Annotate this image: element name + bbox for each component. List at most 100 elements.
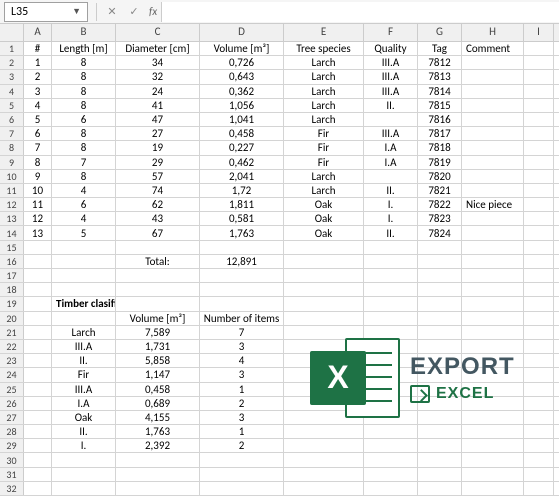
cell[interactable] (462, 326, 524, 339)
cell[interactable]: 27 (116, 127, 200, 140)
cell[interactable]: 7 (52, 156, 116, 169)
cell[interactable] (462, 397, 524, 410)
cell[interactable] (52, 255, 116, 268)
cell[interactable]: Length [m] (52, 42, 116, 55)
cell[interactable]: II. (364, 184, 418, 197)
row-header[interactable]: 5 (0, 99, 24, 112)
cell[interactable]: 8 (52, 127, 116, 140)
col-header-D[interactable]: D (200, 24, 284, 41)
cell[interactable] (418, 326, 462, 339)
cell[interactable] (462, 482, 524, 495)
cell[interactable] (24, 411, 52, 424)
cell[interactable] (524, 226, 554, 239)
cell[interactable]: 4,155 (116, 411, 200, 424)
cell[interactable]: 6 (52, 198, 116, 211)
cell[interactable]: I. (52, 439, 116, 452)
cell[interactable]: 0,458 (200, 127, 284, 140)
cell[interactable]: 5,858 (116, 354, 200, 367)
row-header[interactable]: 28 (0, 425, 24, 438)
cell[interactable] (24, 383, 52, 396)
cell[interactable]: 7815 (418, 99, 462, 112)
cell[interactable] (418, 269, 462, 282)
cell[interactable]: Oak (284, 212, 364, 225)
cell[interactable] (418, 354, 462, 367)
cell[interactable] (418, 468, 462, 481)
cell[interactable]: 7824 (418, 226, 462, 239)
cell[interactable]: II. (364, 226, 418, 239)
cell[interactable] (462, 283, 524, 296)
cell[interactable]: 9 (24, 170, 52, 183)
cell[interactable] (418, 383, 462, 396)
cell[interactable] (364, 283, 418, 296)
cell[interactable] (24, 482, 52, 495)
cell[interactable] (418, 453, 462, 466)
cell[interactable]: Tree species (284, 42, 364, 55)
cell[interactable] (24, 425, 52, 438)
col-header-F[interactable]: F (364, 24, 418, 41)
cell[interactable] (284, 411, 364, 424)
cell[interactable] (200, 269, 284, 282)
cell[interactable] (462, 340, 524, 353)
row-header[interactable]: 21 (0, 326, 24, 339)
name-box-dropdown-icon[interactable]: ▼ (72, 6, 81, 17)
cell[interactable] (524, 297, 554, 310)
cell[interactable]: Larch (284, 56, 364, 69)
cell[interactable] (364, 411, 418, 424)
cell[interactable] (284, 468, 364, 481)
cell[interactable] (52, 468, 116, 481)
name-box[interactable]: L35 ▼ (4, 2, 88, 22)
cell[interactable]: Number of items (200, 312, 284, 325)
cell[interactable] (418, 425, 462, 438)
cell[interactable] (462, 425, 524, 438)
row-header[interactable]: 11 (0, 184, 24, 197)
cell[interactable] (284, 312, 364, 325)
cell[interactable] (418, 482, 462, 495)
cell[interactable]: I.A (52, 397, 116, 410)
cell[interactable] (524, 241, 554, 254)
cell[interactable]: 8 (24, 156, 52, 169)
row-header[interactable]: 8 (0, 141, 24, 154)
fx-icon[interactable]: fx (149, 5, 157, 18)
cell[interactable] (462, 368, 524, 381)
cell[interactable]: I.A (364, 141, 418, 154)
cell[interactable] (52, 312, 116, 325)
row-header[interactable]: 16 (0, 255, 24, 268)
cell[interactable] (524, 141, 554, 154)
cell[interactable] (462, 85, 524, 98)
cell[interactable] (284, 340, 364, 353)
cell[interactable] (462, 241, 524, 254)
cell[interactable] (24, 453, 52, 466)
cell[interactable]: 41 (116, 99, 200, 112)
cell[interactable]: Larch (284, 70, 364, 83)
cell[interactable] (52, 269, 116, 282)
cell[interactable] (462, 113, 524, 126)
cell[interactable]: 43 (116, 212, 200, 225)
cell[interactable]: 2 (200, 439, 284, 452)
cell[interactable] (524, 383, 554, 396)
cell[interactable] (524, 198, 554, 211)
cell[interactable]: 1,763 (200, 226, 284, 239)
cell[interactable]: III.A (52, 383, 116, 396)
cell[interactable] (364, 255, 418, 268)
cell[interactable]: Nice piece (462, 198, 524, 211)
cell[interactable]: 0,581 (200, 212, 284, 225)
row-header[interactable]: 18 (0, 283, 24, 296)
cell[interactable] (418, 411, 462, 424)
cell[interactable]: Volume [m³] (200, 42, 284, 55)
cell[interactable] (24, 312, 52, 325)
cell[interactable]: # (24, 42, 52, 55)
cell[interactable] (24, 340, 52, 353)
row-header[interactable]: 9 (0, 156, 24, 169)
cell[interactable]: 4 (200, 354, 284, 367)
cell[interactable] (364, 297, 418, 310)
row-header[interactable]: 13 (0, 212, 24, 225)
cell[interactable] (116, 453, 200, 466)
cell[interactable] (524, 468, 554, 481)
row-header[interactable]: 24 (0, 368, 24, 381)
cell[interactable]: II. (52, 354, 116, 367)
cell[interactable] (418, 283, 462, 296)
cell[interactable]: 12 (24, 212, 52, 225)
cell[interactable]: 57 (116, 170, 200, 183)
cell[interactable]: III.A (364, 85, 418, 98)
cell[interactable]: 2 (24, 70, 52, 83)
